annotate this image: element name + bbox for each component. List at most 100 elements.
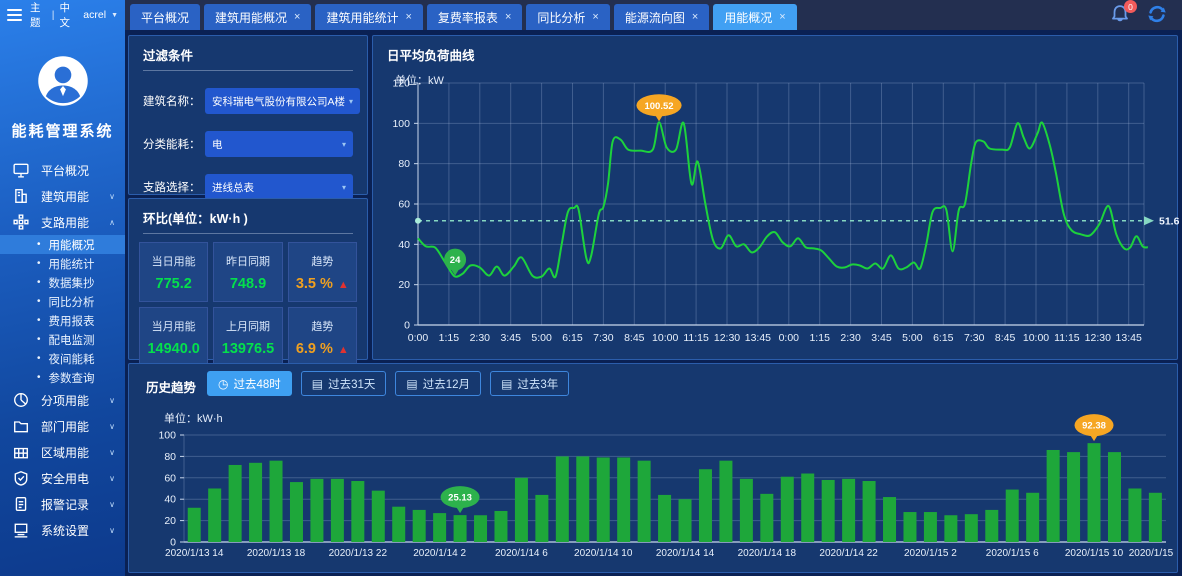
- sidebar-subitem-label: 用能概况: [49, 237, 95, 253]
- bar-29: [781, 477, 794, 542]
- bar-9: [372, 491, 385, 542]
- notification-bell-icon[interactable]: 0: [1109, 3, 1131, 25]
- filter-select[interactable]: 电▾: [205, 131, 353, 157]
- svg-text:11:15: 11:15: [683, 332, 709, 344]
- sidebar-subitem-用能概况[interactable]: •用能概况: [0, 235, 125, 254]
- sidebar-item-安全用电[interactable]: 安全用电∨: [0, 465, 125, 491]
- sidebar-item-分项用能[interactable]: 分项用能∨: [0, 387, 125, 413]
- sidebar-subitem-配电监测[interactable]: •配电监测: [0, 330, 125, 349]
- svg-text:2020/1/14 10: 2020/1/14 10: [574, 548, 633, 559]
- sidebar-item-区域用能[interactable]: 区域用能∨: [0, 439, 125, 465]
- bar-12: [433, 513, 446, 542]
- sidebar-item-报警记录[interactable]: 报警记录∨: [0, 491, 125, 517]
- bullet-icon: •: [37, 335, 41, 345]
- stat-card-value: 14940.0: [147, 341, 199, 357]
- bar-47: [1149, 493, 1162, 542]
- bar-15: [494, 511, 507, 542]
- svg-text:60: 60: [164, 472, 176, 484]
- svg-text:2020/1/15: 2020/1/15: [1129, 548, 1174, 559]
- bar-5: [290, 482, 303, 542]
- svg-text:11:15: 11:15: [1054, 332, 1080, 344]
- sidebar-item-支路用能[interactable]: 支路用能∧: [0, 209, 125, 235]
- sidebar-subitem-数据集抄[interactable]: •数据集抄: [0, 273, 125, 292]
- avatar: [36, 54, 90, 108]
- bullet-icon: •: [37, 316, 41, 326]
- tab-建筑用能统计[interactable]: 建筑用能统计×: [315, 4, 422, 30]
- tab-close-icon[interactable]: ×: [692, 11, 698, 23]
- bar-26: [719, 461, 732, 542]
- hamburger-menu-icon[interactable]: [7, 9, 22, 21]
- trend-up-icon: ▲: [338, 279, 349, 291]
- sidebar-item-平台概况[interactable]: 平台概况: [0, 157, 125, 183]
- tab-close-icon[interactable]: ×: [505, 11, 511, 23]
- svg-text:24: 24: [450, 255, 461, 266]
- sidebar-subitem-label: 用能统计: [49, 256, 95, 272]
- load-curve-panel: 日平均负荷曲线 单位：kW 0:001:152:303:455:006:157:…: [372, 35, 1178, 360]
- bar-44: [1088, 443, 1101, 542]
- bar-31: [822, 480, 835, 542]
- filter-select[interactable]: 进线总表▾: [205, 174, 353, 200]
- bar-8: [351, 481, 364, 542]
- ratio-panel-title: 环比(单位：kW·h ): [129, 199, 367, 234]
- svg-text:2020/1/13 18: 2020/1/13 18: [247, 548, 306, 559]
- stat-card-value: 775.2: [156, 276, 192, 292]
- bar-13: [454, 515, 467, 542]
- chevron-up-icon: ∧: [109, 218, 115, 227]
- stat-grid: 当日用能775.2昨日同期748.9趋势3.5 %▲当月用能14940.0上月同…: [129, 234, 367, 375]
- bar-18: [556, 456, 569, 542]
- theme-switch[interactable]: 主题: [30, 0, 47, 30]
- tab-close-icon[interactable]: ×: [294, 11, 300, 23]
- sidebar-subitem-用能统计[interactable]: • 用能统计: [0, 254, 125, 273]
- tab-建筑用能概况[interactable]: 建筑用能概况×: [204, 4, 311, 30]
- filter-select[interactable]: 安科瑞电气股份有限公司A楼▾: [205, 88, 360, 114]
- bar-22: [638, 461, 651, 542]
- bar-36: [924, 512, 937, 542]
- svg-text:10:00: 10:00: [652, 332, 678, 344]
- svg-text:1:15: 1:15: [809, 332, 830, 344]
- sidebar-item-label: 区域用能: [41, 444, 89, 461]
- sidebar-item-部门用能[interactable]: 部门用能∨: [0, 413, 125, 439]
- bar-19: [576, 456, 589, 542]
- stat-card: 昨日同期748.9: [213, 242, 282, 302]
- bar-25: [699, 469, 712, 542]
- tab-同比分析[interactable]: 同比分析×: [526, 4, 609, 30]
- svg-text:6:15: 6:15: [933, 332, 954, 344]
- bar-24: [679, 499, 692, 542]
- chevron-down-icon[interactable]: ▼: [111, 12, 118, 19]
- tab-平台概况[interactable]: 平台概况: [130, 4, 200, 30]
- tab-复费率报表[interactable]: 复费率报表×: [427, 4, 522, 30]
- svg-text:13:45: 13:45: [745, 332, 771, 344]
- sidebar-subitem-参数查询[interactable]: •参数查询: [0, 368, 125, 387]
- sidebar-item-建筑用能[interactable]: 建筑用能∨: [0, 183, 125, 209]
- sidebar-subitem-同比分析[interactable]: •同比分析: [0, 292, 125, 311]
- chevron-down-icon: ∨: [109, 192, 115, 201]
- tab-能源流向图[interactable]: 能源流向图×: [614, 4, 709, 30]
- svg-text:0: 0: [170, 537, 176, 549]
- tab-close-icon[interactable]: ×: [592, 11, 598, 23]
- bar-38: [965, 514, 978, 542]
- svg-text:51.68: 51.68: [1159, 215, 1179, 227]
- stat-card-label: 昨日同期: [226, 253, 270, 269]
- refresh-icon[interactable]: [1146, 3, 1168, 25]
- tab-close-icon[interactable]: ×: [779, 11, 785, 23]
- tab-close-icon[interactable]: ×: [405, 11, 411, 23]
- sidebar-item-系统设置[interactable]: 系统设置∨: [0, 517, 125, 543]
- svg-text:80: 80: [398, 158, 410, 170]
- chevron-down-icon: ∨: [109, 500, 115, 509]
- bar-33: [863, 481, 876, 542]
- svg-text:20: 20: [398, 279, 410, 291]
- branch-icon: [13, 214, 29, 230]
- sidebar-subitem-夜间能耗[interactable]: •夜间能耗: [0, 349, 125, 368]
- sidebar-item-label: 平台概况: [41, 162, 89, 179]
- svg-text:0: 0: [404, 320, 410, 332]
- sidebar-subitem-费用报表[interactable]: •费用报表: [0, 311, 125, 330]
- user-menu[interactable]: acrel: [83, 9, 106, 21]
- bullet-icon: •: [37, 259, 41, 269]
- tab-用能概况[interactable]: 用能概况×: [713, 4, 796, 30]
- sidebar-item-label: 部门用能: [41, 418, 89, 435]
- bar-14: [474, 515, 487, 542]
- svg-text:0:00: 0:00: [408, 332, 429, 344]
- svg-text:6:15: 6:15: [562, 332, 583, 344]
- trend-value: 6.9 %: [296, 341, 333, 357]
- language-switch[interactable]: 中文: [60, 0, 77, 30]
